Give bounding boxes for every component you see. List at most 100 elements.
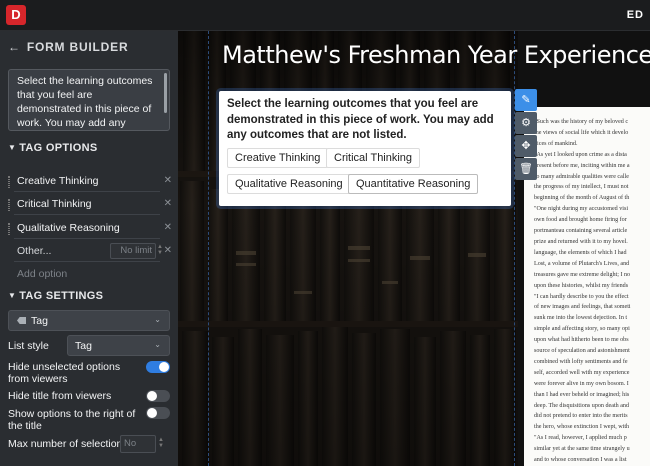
divider xyxy=(14,238,160,239)
hide-title-toggle[interactable] xyxy=(146,390,170,402)
essay-line: own food and brought home firing for xyxy=(534,217,627,224)
hide-unselected-label: Hide unselected options from viewers xyxy=(8,361,121,385)
tag-icon xyxy=(17,317,26,324)
top-bar: D ED xyxy=(0,0,650,31)
prompt-textarea[interactable]: Select the learning outcomes that you fe… xyxy=(8,69,170,131)
remove-option-icon[interactable]: ✕ xyxy=(164,222,172,233)
essay-line: of new images and feelings, that someti xyxy=(534,304,631,311)
essay-line: and to whose conversation I was a list xyxy=(534,457,627,464)
tag-options-header[interactable]: ▼ TAG OPTIONS xyxy=(8,142,97,154)
essay-line: simple and affecting story, so many opi xyxy=(534,326,630,333)
outcome-chip[interactable]: Critical Thinking xyxy=(326,148,421,168)
list-style-label: List style xyxy=(8,340,49,352)
drag-handle-icon[interactable] xyxy=(8,223,10,235)
essay-line: "Such was the history of my beloved c xyxy=(534,119,629,125)
essay-line: similar yet at the same time strangely u xyxy=(534,446,630,453)
gear-icon[interactable]: ⚙ xyxy=(515,112,537,134)
essay-line: deep. The disquisitions upon death and xyxy=(534,402,630,409)
trash-icon[interactable]: 🗑 xyxy=(515,158,537,180)
essay-line: the progress of my intellect, I must not xyxy=(534,184,629,191)
hide-title-label: Hide title from viewers xyxy=(8,390,112,402)
hide-unselected-toggle[interactable] xyxy=(146,361,170,373)
essay-line: Lost, a volume of Plutarch's Lives, and xyxy=(534,260,630,267)
essay-line: self, accorded well with my experience xyxy=(534,369,630,376)
prompt-text: Select the learning outcomes that you fe… xyxy=(17,75,153,129)
tag-option-label[interactable]: Qualitative Reasoning xyxy=(17,222,120,234)
divider xyxy=(14,191,160,192)
toggle-knob xyxy=(147,391,157,401)
essay-page[interactable]: "Such was the history of my beloved c the… xyxy=(524,107,650,466)
stepper-icon[interactable]: ▲ ▼ xyxy=(157,244,163,257)
essay-line: language, the elements of which I had xyxy=(534,249,627,256)
tag-question-widget[interactable]: Select the learning outcomes that you fe… xyxy=(219,91,511,206)
widget-toolbar: ✎ ⚙ ✥ 🗑 xyxy=(515,89,537,181)
tag-option-label[interactable]: Critical Thinking xyxy=(17,198,92,210)
back-arrow-icon[interactable]: ← xyxy=(8,40,21,54)
essay-line: "As I read, however, I applied much p xyxy=(534,435,627,442)
remove-option-icon[interactable]: ✕ xyxy=(164,175,172,186)
tag-options-title: TAG OPTIONS xyxy=(19,142,98,154)
essay-line: did not pretend to enter into the merits xyxy=(534,413,628,420)
toggle-knob xyxy=(147,408,157,418)
essay-line: "I can hardly describe to you the effect xyxy=(534,293,629,300)
stepper-icon[interactable]: ▲ ▼ xyxy=(158,437,164,449)
essay-line: treasures gave me extreme delight; I no xyxy=(534,271,631,278)
widget-question: Select the learning outcomes that you fe… xyxy=(227,98,494,141)
essay-line: combined with lofty sentiments and fe xyxy=(534,358,628,365)
essay-line: "One night during my accustomed visi xyxy=(534,206,629,213)
divider xyxy=(14,261,160,262)
canvas-area: "Such was the history of my beloved c the… xyxy=(178,31,650,466)
edit-icon[interactable]: ✎ xyxy=(515,89,537,111)
form-builder-title: FORM BUILDER xyxy=(26,40,129,54)
essay-line: beginning of the month of August of th xyxy=(534,195,630,202)
app-logo[interactable]: D xyxy=(6,5,26,25)
move-icon[interactable]: ✥ xyxy=(515,135,537,157)
chevron-down-icon: ⌄ xyxy=(154,340,161,349)
outcome-chip[interactable]: Qualitative Reasoning xyxy=(227,174,351,194)
essay-line: the hero, whose extinction I wept, with xyxy=(534,424,630,431)
page-title[interactable]: Matthew's Freshman Year Experience xyxy=(222,41,650,69)
element-type-select[interactable]: Tag ⌄ xyxy=(8,310,170,331)
essay-line: sunk me into the lowest dejection. In t xyxy=(534,315,628,322)
remove-option-icon[interactable]: ✕ xyxy=(164,245,172,256)
essay-line: vices of mankind. xyxy=(534,140,578,147)
other-option-row[interactable]: Other... No limit ▲ ▼ ✕ xyxy=(8,242,174,262)
drag-handle-icon[interactable] xyxy=(8,199,10,211)
drag-handle-icon[interactable] xyxy=(8,176,10,188)
essay-line: so many admirable qualities were calle xyxy=(534,173,629,180)
caret-down-icon: ▼ xyxy=(8,143,17,152)
outcome-chip-selected[interactable]: Quantitative Reasoning xyxy=(348,174,479,194)
list-style-select[interactable]: Tag ⌄ xyxy=(67,335,170,356)
caret-down-icon: ▼ xyxy=(8,291,17,300)
essay-line: prize and returned with it to my hovel. xyxy=(534,238,628,245)
add-option-link[interactable]: Add option xyxy=(17,268,67,280)
essay-line: portmanteau containing several article xyxy=(534,228,628,235)
list-style-value: Tag xyxy=(75,340,92,352)
essay-line: the views of social life which it develo xyxy=(534,129,629,136)
form-builder-sidebar: ← FORM BUILDER Select the learning outcom… xyxy=(0,31,178,466)
tag-option-label[interactable]: Creative Thinking xyxy=(17,175,99,187)
show-options-right-label: Show options to the right of the title xyxy=(8,408,136,432)
remove-option-icon[interactable]: ✕ xyxy=(164,198,172,209)
show-options-right-toggle[interactable] xyxy=(146,407,170,419)
tag-settings-header[interactable]: ▼ TAG SETTINGS xyxy=(8,290,103,302)
tag-option-row[interactable]: Qualitative Reasoning ✕ xyxy=(8,219,174,239)
essay-document: "Such was the history of my beloved c the… xyxy=(518,31,650,466)
element-type-value: Tag xyxy=(31,315,48,327)
top-right-label[interactable]: ED xyxy=(627,9,644,21)
divider xyxy=(14,214,160,215)
essay-line: upon these histories, whilst my friends xyxy=(534,282,629,289)
outcome-chip[interactable]: Creative Thinking xyxy=(227,148,329,168)
other-limit-input[interactable]: No limit xyxy=(110,243,156,259)
toggle-knob xyxy=(159,362,169,372)
max-selection-input[interactable]: No limit xyxy=(120,435,156,453)
other-option-label[interactable]: Other... xyxy=(17,245,51,257)
essay-line: "As yet I looked upon crime as a dista xyxy=(534,151,627,158)
tag-option-row[interactable]: Creative Thinking ✕ xyxy=(8,172,174,192)
essay-line: present before me, inciting within me a xyxy=(534,162,630,169)
tag-option-row[interactable]: Critical Thinking ✕ xyxy=(8,195,174,215)
layout-guide-left xyxy=(208,31,209,466)
prompt-scrollbar[interactable] xyxy=(164,73,167,113)
tag-settings-title: TAG SETTINGS xyxy=(19,290,104,302)
essay-line: source of speculation and astonishment xyxy=(534,348,630,355)
